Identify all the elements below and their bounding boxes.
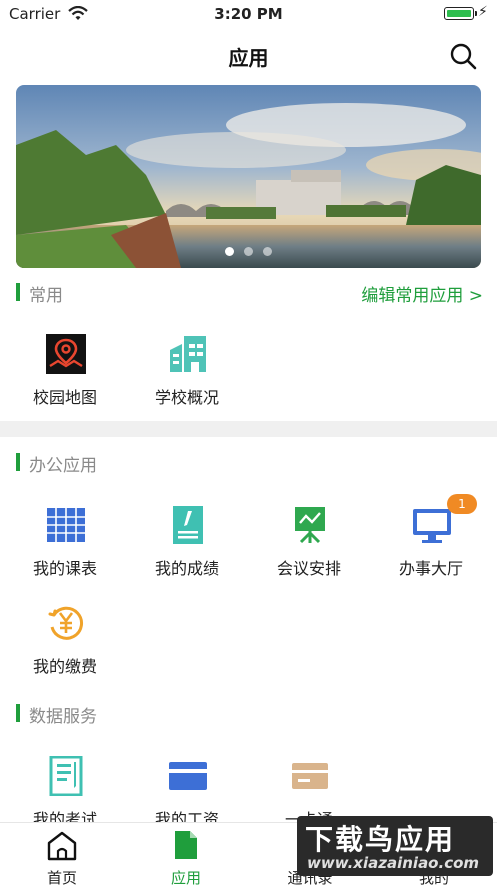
clock: 3:20 PM bbox=[214, 5, 283, 23]
map-pin-icon bbox=[46, 334, 86, 374]
data-services-section-header: 数据服务 bbox=[0, 698, 497, 728]
app-label: 我的课表 bbox=[32, 559, 97, 578]
app-campus-map[interactable]: 校园地图 bbox=[3, 334, 127, 422]
banner-pagination bbox=[16, 241, 481, 260]
watermark-url: www.xiazainiao.com bbox=[307, 854, 480, 872]
apps-doc-icon bbox=[175, 831, 197, 859]
section-divider bbox=[0, 421, 497, 437]
tab-label: 应用 bbox=[170, 869, 201, 887]
app-label: 办事大厅 bbox=[398, 559, 463, 578]
section-accent-bar bbox=[16, 453, 20, 471]
app-my-timetable[interactable]: 我的课表 bbox=[3, 505, 127, 593]
charging-icon: ⚡ bbox=[478, 4, 488, 20]
tab-apps[interactable]: 应用 bbox=[124, 829, 248, 887]
app-school-overview[interactable]: 学校概况 bbox=[125, 334, 249, 422]
app-label: 我的成绩 bbox=[154, 559, 219, 578]
exam-doc-icon bbox=[49, 756, 83, 796]
grade-sheet-icon bbox=[173, 506, 203, 544]
app-label: 校园地图 bbox=[32, 388, 97, 407]
app-my-grades[interactable]: 我的成绩 bbox=[125, 505, 249, 593]
edit-common-apps-link[interactable]: 编辑常用应用 > bbox=[361, 281, 483, 306]
app-my-payments[interactable]: 我的缴费 bbox=[3, 603, 127, 691]
app-service-hall[interactable]: 办事大厅 bbox=[369, 505, 493, 593]
notification-badge: 1 bbox=[447, 494, 477, 514]
app-label: 学校概况 bbox=[154, 388, 219, 407]
app-meeting-schedule[interactable]: 会议安排 bbox=[247, 505, 371, 593]
campus-banner[interactable] bbox=[16, 85, 481, 268]
building-icon bbox=[170, 336, 206, 372]
pagination-dot[interactable] bbox=[244, 247, 253, 256]
pagination-dot[interactable] bbox=[225, 247, 234, 256]
pagination-dot[interactable] bbox=[263, 247, 272, 256]
home-icon bbox=[47, 831, 77, 861]
section-accent-bar bbox=[16, 704, 20, 722]
yen-coin-icon bbox=[48, 606, 84, 640]
common-section-header: 常用 编辑常用应用 > bbox=[0, 277, 497, 307]
search-icon[interactable] bbox=[449, 42, 477, 70]
section-title: 办公应用 bbox=[29, 456, 97, 476]
calendar-grid-icon bbox=[47, 508, 85, 542]
campus-card-icon bbox=[292, 763, 328, 789]
salary-card-icon bbox=[169, 762, 207, 790]
monitor-icon bbox=[413, 509, 451, 543]
tab-home[interactable]: 首页 bbox=[0, 829, 124, 887]
section-title: 常用 bbox=[29, 286, 63, 306]
battery-icon bbox=[444, 7, 477, 20]
app-label: 会议安排 bbox=[276, 559, 341, 578]
meeting-board-icon bbox=[295, 507, 325, 544]
status-bar: Carrier 3:20 PM ⚡ bbox=[0, 0, 497, 28]
tab-label: 首页 bbox=[46, 869, 77, 887]
page-title: 应用 bbox=[228, 46, 269, 70]
app-label: 我的缴费 bbox=[32, 657, 97, 676]
section-accent-bar bbox=[16, 283, 20, 301]
office-section-header: 办公应用 bbox=[0, 447, 497, 477]
watermark: 下载鸟应用 www.xiazainiao.com bbox=[297, 816, 493, 876]
watermark-title: 下载鸟应用 bbox=[305, 823, 456, 856]
nav-bar: 应用 bbox=[0, 28, 497, 80]
section-title: 数据服务 bbox=[29, 707, 97, 727]
